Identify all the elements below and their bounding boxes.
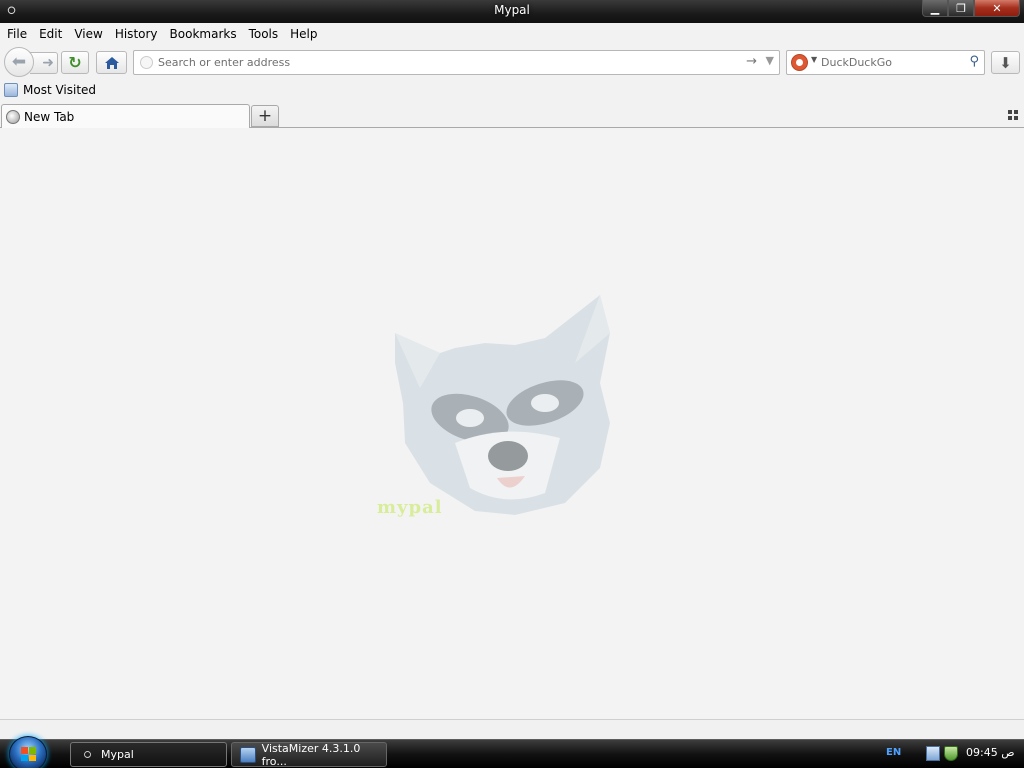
plus-icon: + [257, 106, 273, 126]
tab-strip: New Tab + [0, 102, 1024, 129]
restore-button[interactable]: ❐ [948, 0, 974, 17]
logo-wordmark: mypal [377, 497, 443, 518]
home-icon [104, 56, 119, 69]
taskbar: ഠ Mypal VistaMizer 4.3.1.0 fro... EN 09:… [0, 736, 1024, 768]
minimize-button[interactable]: ▁ [922, 0, 948, 17]
close-icon: ✕ [992, 1, 1002, 15]
home-button[interactable] [96, 51, 127, 74]
taskbar-item-label: VistaMizer 4.3.1.0 fro... [261, 741, 361, 768]
menu-bookmarks[interactable]: Bookmarks [165, 24, 242, 44]
globe-icon [6, 110, 20, 124]
language-indicator[interactable]: EN [886, 747, 901, 758]
search-icon[interactable]: ⚲ [969, 54, 979, 69]
status-bar [0, 720, 1024, 739]
url-bar: → ▼ [133, 50, 780, 75]
window-title: Mypal [494, 3, 530, 17]
forward-button[interactable]: ➜ [30, 52, 58, 74]
menu-view[interactable]: View [69, 24, 107, 44]
back-forward-group: ➜ ⬅ [4, 47, 59, 77]
back-button[interactable]: ⬅ [4, 47, 34, 77]
close-button[interactable]: ✕ [974, 0, 1020, 17]
tab-new-tab[interactable]: New Tab [1, 104, 250, 129]
title-bar: ഠ Mypal ▁ ❐ ✕ [0, 0, 1024, 23]
restore-icon: ❐ [956, 1, 966, 15]
taskbar-item-label: Mypal [101, 748, 134, 761]
reload-button[interactable]: ↻ [61, 51, 89, 74]
start-button[interactable] [9, 736, 47, 768]
raccoon-logo-image [395, 295, 610, 515]
menu-edit[interactable]: Edit [34, 24, 67, 44]
menu-history[interactable]: History [110, 24, 163, 44]
window-controls: ▁ ❐ ✕ [922, 0, 1020, 17]
new-tab-button[interactable]: + [251, 105, 279, 127]
vistamizer-icon [240, 746, 256, 763]
bookmarks-toolbar: Most Visited [0, 80, 1024, 102]
reload-icon: ↻ [68, 53, 82, 72]
taskbar-item-mypal[interactable]: ഠ Mypal [70, 742, 227, 767]
url-input[interactable] [158, 54, 728, 71]
search-input[interactable] [821, 54, 961, 71]
site-identity-icon[interactable] [140, 56, 153, 69]
menu-tools[interactable]: Tools [244, 24, 284, 44]
arrow-right-icon: ➜ [42, 55, 54, 71]
bookmark-most-visited[interactable]: Most Visited [4, 83, 96, 97]
security-shield-icon[interactable] [944, 746, 958, 761]
bookmark-label: Most Visited [23, 83, 97, 97]
go-arrow-icon[interactable]: → [746, 54, 757, 69]
tab-grid-icon[interactable] [1008, 110, 1018, 120]
tab-label: New Tab [24, 110, 75, 124]
minimize-icon: ▁ [930, 1, 940, 15]
new-tab-page: mypal [0, 128, 1024, 740]
clock[interactable]: 09:45 ص [966, 746, 1015, 759]
search-bar: ▼ ⚲ [786, 50, 985, 75]
taskbar-item-vistamizer[interactable]: VistaMizer 4.3.1.0 fro... [231, 741, 387, 768]
folder-icon [4, 83, 18, 97]
network-icon[interactable] [926, 746, 940, 761]
menu-bar: File Edit View History Bookmarks Tools H… [0, 23, 1024, 45]
arrow-left-icon: ⬅ [11, 52, 27, 72]
duckduckgo-engine-icon[interactable] [791, 54, 808, 71]
history-dropdown-icon[interactable]: ▼ [766, 54, 774, 67]
downloads-button[interactable]: ⬇ [991, 51, 1020, 74]
download-arrow-icon: ⬇ [999, 53, 1012, 72]
windows-logo-icon [21, 747, 36, 761]
navigation-toolbar: ➜ ⬅ ↻ → ▼ ▼ ⚲ ⬇ [0, 45, 1024, 80]
menu-help[interactable]: Help [285, 24, 322, 44]
mypal-icon: ഠ [83, 747, 91, 761]
engine-dropdown-icon[interactable]: ▼ [811, 55, 817, 64]
menu-file[interactable]: File [2, 24, 32, 44]
